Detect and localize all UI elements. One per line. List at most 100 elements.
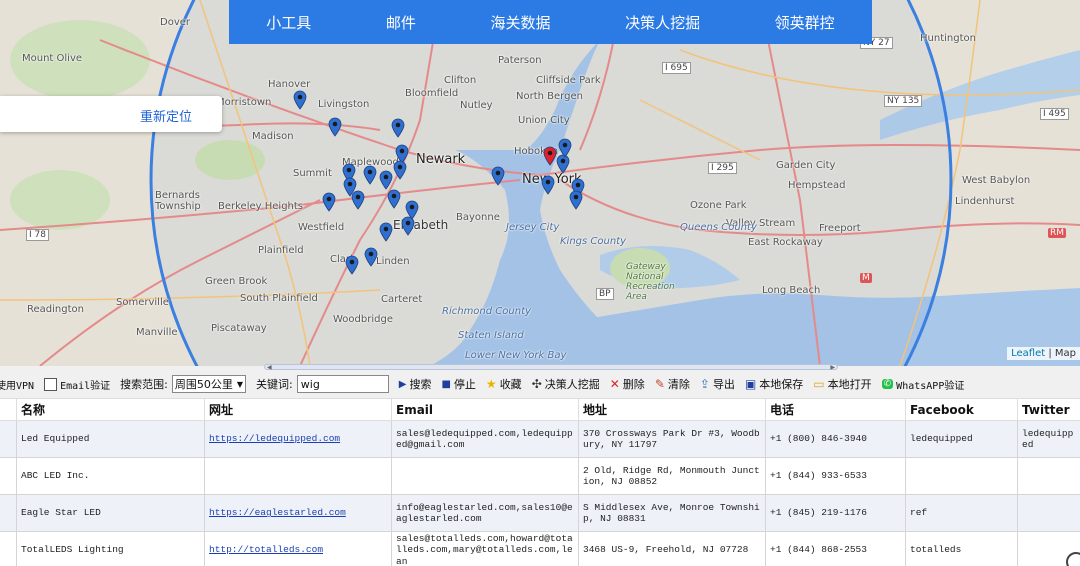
website-link[interactable]: https://ledequipped.com (209, 433, 340, 444)
nav-item-email[interactable]: 邮件 (386, 12, 416, 33)
whatsapp-verify-button[interactable]: ✆ WhatsAPP验证 (881, 377, 964, 392)
map-label: Readington (27, 304, 84, 315)
map-label: Garden City (776, 160, 836, 171)
map-marker-icon[interactable] (391, 118, 405, 138)
road-shield: I 495 (1040, 108, 1069, 120)
road-shield: I 695 (662, 62, 691, 74)
map-marker-icon[interactable] (328, 117, 342, 137)
relocate-panel: 重新定位 (0, 96, 222, 132)
search-button[interactable]: ▶ 搜索 (399, 376, 432, 392)
network-icon: ✣ (531, 377, 542, 391)
map-marker-icon[interactable] (364, 247, 378, 267)
map-marker-icon[interactable] (393, 160, 407, 180)
map-label: Staten Island (458, 330, 524, 341)
name-cell: Eagle Star LED (16, 494, 205, 532)
save-local-button[interactable]: ▣ 本地保存 (745, 376, 803, 392)
column-header-name[interactable]: 名称 (16, 398, 205, 421)
map-marker-icon[interactable] (293, 90, 307, 110)
map-label: Bayonne (456, 212, 500, 223)
splitter-scrollbar[interactable]: ◀ ▶ (264, 364, 838, 371)
scope-value: 周围50公里 (174, 378, 233, 391)
column-header-twitter[interactable]: Twitter (1017, 398, 1080, 421)
vpn-option[interactable]: 使用VPN (0, 377, 34, 392)
delete-button[interactable]: ✕ 删除 (610, 376, 645, 392)
map-marker-icon[interactable] (491, 166, 505, 186)
favorite-button[interactable]: ★ 收藏 (486, 376, 522, 392)
map-label: East Rockaway (748, 237, 823, 248)
facebook-cell: ref (905, 494, 1018, 532)
map-view[interactable]: Dover Mount Olive Hanover Livingston Mor… (0, 0, 1080, 366)
nav-item-decision-maker[interactable]: 决策人挖掘 (625, 12, 700, 33)
scope-select[interactable]: 周围50公里 ▼ (171, 375, 247, 393)
map-marker-icon[interactable] (401, 216, 415, 236)
website-link[interactable]: https://eaglestarled.com (209, 507, 346, 518)
name-cell: ABC LED Inc. (16, 457, 205, 495)
map-attribution: Leaflet | Map (1007, 347, 1080, 360)
map-label: Piscataway (211, 323, 267, 334)
map-marker-icon[interactable] (387, 189, 401, 209)
column-header-website[interactable]: 网址 (204, 398, 392, 421)
map-label: West Babylon (962, 175, 1031, 186)
decision-maker-button[interactable]: ✣ 决策人挖掘 (532, 376, 600, 392)
map-marker-icon[interactable] (558, 138, 572, 158)
clear-button[interactable]: ✎ 清除 (655, 376, 690, 392)
search-label: 搜索 (409, 378, 432, 391)
whatsapp-float-icon[interactable] (1066, 552, 1080, 566)
map-marker-icon[interactable] (322, 192, 336, 212)
map-label: Huntington (920, 33, 976, 44)
open-local-button[interactable]: ▭ 本地打开 (813, 376, 871, 392)
map-marker-icon[interactable] (345, 255, 359, 275)
website-cell (204, 457, 392, 495)
road-shield: NY 135 (884, 95, 923, 107)
address-cell: 2 Old, Ridge Rd, Monmouth Junction, NJ 0… (578, 457, 766, 495)
app-window: Dover Mount Olive Hanover Livingston Mor… (0, 0, 1080, 566)
current-location-marker-icon[interactable] (543, 146, 557, 166)
email-cell: sales@totalleds.com,howard@totalleds.com… (391, 531, 579, 566)
map-label: Carteret (381, 294, 423, 305)
column-header-index[interactable] (0, 398, 17, 421)
map-marker-icon[interactable] (541, 175, 555, 195)
map-label: Linden (376, 256, 410, 267)
table-row[interactable]: Eagle Star LED https://eaglestarled.com … (0, 494, 1080, 532)
map-label: Hempstead (788, 180, 846, 191)
nav-item-tools[interactable]: 小工具 (266, 12, 311, 33)
export-button[interactable]: ⇪ 导出 (700, 376, 735, 392)
relocate-button[interactable]: 重新定位 (140, 106, 192, 125)
map-marker-icon[interactable] (351, 190, 365, 210)
map-label: Union City (518, 115, 570, 126)
row-index-cell (0, 494, 17, 532)
stop-button[interactable]: ■ 停止 (441, 376, 475, 392)
results-table-container[interactable]: 名称 网址 Email 地址 电话 Facebook Twitter Led E… (0, 398, 1080, 566)
map-marker-icon[interactable] (379, 170, 393, 190)
keyword-input[interactable]: wig (296, 375, 389, 393)
email-verify-option[interactable]: Email验证 (44, 377, 110, 392)
clear-label: 清除 (667, 378, 690, 391)
table-row[interactable]: ABC LED Inc. 2 Old, Ridge Rd, Monmouth J… (0, 457, 1080, 495)
map-label: South Plainfield (240, 293, 318, 304)
map-label: Dover (160, 17, 190, 28)
column-header-address[interactable]: 地址 (578, 398, 766, 421)
email-verify-label: Email验证 (60, 380, 111, 392)
attribution-map: Map (1054, 348, 1076, 359)
nav-item-linkedin[interactable]: 领英群控 (775, 12, 835, 33)
map-marker-icon[interactable] (379, 222, 393, 242)
nav-item-customs-data[interactable]: 海关数据 (490, 12, 550, 33)
row-index-cell (0, 457, 17, 495)
map-marker-icon[interactable] (363, 165, 377, 185)
scroll-right-icon[interactable]: ▶ (830, 364, 835, 371)
leaflet-link[interactable]: Leaflet (1011, 348, 1045, 359)
website-link[interactable]: http://totalleds.com (209, 544, 323, 555)
table-row[interactable]: Led Equipped https://ledequipped.com sal… (0, 420, 1080, 458)
map-label: Ozone Park (690, 200, 747, 211)
map-marker-icon[interactable] (569, 190, 583, 210)
map-label: Summit (293, 168, 332, 179)
column-header-phone[interactable]: 电话 (765, 398, 906, 421)
column-header-email[interactable]: Email (391, 398, 579, 421)
table-row[interactable]: TotalLEDS Lighting http://totalleds.com … (0, 531, 1080, 566)
attribution-separator: | (1045, 348, 1055, 359)
column-header-facebook[interactable]: Facebook (905, 398, 1018, 421)
email-verify-checkbox[interactable] (44, 377, 58, 391)
scroll-left-icon[interactable]: ◀ (267, 364, 272, 371)
map-label-park: Gateway National Recreation Area (626, 262, 675, 302)
email-cell (391, 457, 579, 495)
